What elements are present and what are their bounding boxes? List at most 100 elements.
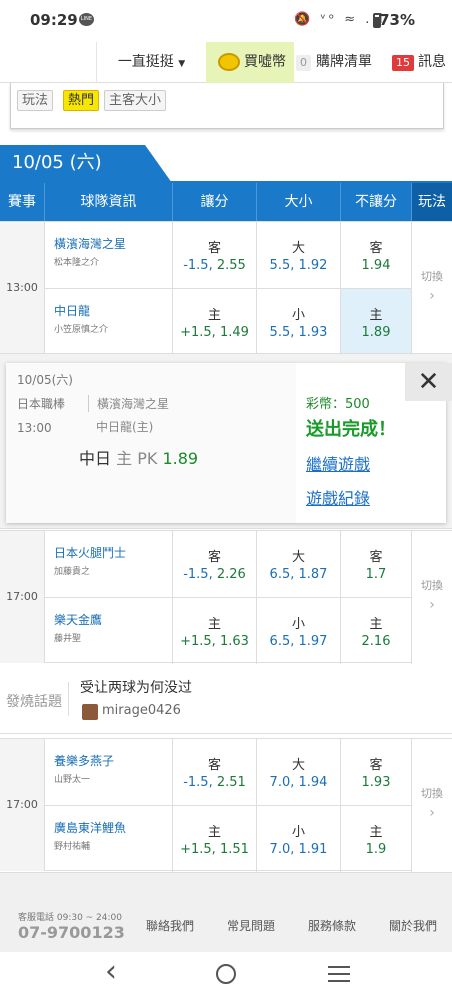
odds-cell-spread-home[interactable]: 主 +1.5, 1.51 xyxy=(173,806,257,872)
bet-confirmation-popup: 10/05(六) 日本職棒 橫濱海灣之星 13:00 中日龍(主) 中日 主 P… xyxy=(0,353,452,529)
popup-card: 10/05(六) 日本職棒 橫濱海灣之星 13:00 中日龍(主) 中日 主 P… xyxy=(6,363,452,523)
ou-line: 5.5, xyxy=(269,258,295,273)
buy-coins-label: 買噓幣 xyxy=(244,54,286,70)
odds-cell-under[interactable]: 小 6.5, 1.97 xyxy=(257,598,341,664)
footer-link-about[interactable]: 關於我們 xyxy=(389,917,437,934)
odds-cell-spread-away[interactable]: 客 -1.5, 2.51 xyxy=(173,739,257,805)
home-team[interactable]: 廣島東洋鯉魚野村祐輔 xyxy=(45,806,173,872)
away-team[interactable]: 日本火腿鬥士 加藤貴之 xyxy=(45,531,173,597)
odds-cell-ml-away[interactable]: 客 1.7 xyxy=(341,531,412,597)
continue-game-link[interactable]: 繼續遊戲 xyxy=(306,451,370,475)
odds-cell-under[interactable]: 小 7.0, 1.91 xyxy=(257,806,341,872)
side-label: 客 xyxy=(369,758,383,773)
side-label: 主 xyxy=(207,308,221,323)
filter-tag-home-away-ou[interactable]: 主客大小 xyxy=(104,90,167,111)
game-history-link[interactable]: 遊戲紀錄 xyxy=(306,485,370,509)
odds-cell-over[interactable]: 大 5.5, 1.92 xyxy=(257,222,341,288)
filter-tag-play[interactable]: 玩法 xyxy=(17,90,54,111)
clock: 09:29 xyxy=(30,11,78,29)
popup-home-team: 中日龍(主) xyxy=(96,420,154,434)
hot-topic-label: 發燒話題 xyxy=(6,694,62,710)
hot-topic[interactable]: 發燒話題 受让两球为何没过 mirage0426 xyxy=(0,664,452,734)
odds-cell-spread-home[interactable]: 主 +1.5, 1.49 xyxy=(173,289,257,355)
odds-cell-ml-home[interactable]: 主 1.9 xyxy=(341,806,412,872)
header-play[interactable]: 玩法 xyxy=(412,183,452,221)
filter-tag-hot[interactable]: 熱門 xyxy=(63,90,100,111)
ou-label: 大 xyxy=(291,758,305,773)
away-team[interactable]: 橫濱海灣之星 松本隆之介 xyxy=(45,222,173,288)
odds-cell-ml-home[interactable]: 主 2.16 xyxy=(341,598,412,664)
spread-line: -1.5, xyxy=(183,567,213,582)
side-label: 客 xyxy=(207,550,221,565)
odds-cell-spread-away[interactable]: 客 -1.5, 2.26 xyxy=(173,531,257,597)
android-nav-bar: ‹ xyxy=(0,952,452,1000)
switch-button[interactable]: 切換 › xyxy=(412,739,452,871)
pitcher-name: 加藤貴之 xyxy=(54,567,91,577)
side-label: 主 xyxy=(207,825,221,840)
bet-type: PK xyxy=(137,449,158,468)
odds-cell-ml-away[interactable]: 客 1.94 xyxy=(341,222,412,288)
side-label: 主 xyxy=(369,617,383,632)
match-time: 17:00 xyxy=(0,739,45,871)
side-label: 客 xyxy=(207,241,221,256)
match-time: 13:00 xyxy=(0,222,45,354)
back-icon[interactable]: ‹ xyxy=(105,954,117,989)
chevron-right-icon: › xyxy=(429,288,435,304)
spread-line: +1.5, xyxy=(180,325,216,340)
bet-slip-label: 購牌清單 xyxy=(316,54,372,70)
ou-label: 小 xyxy=(291,308,305,323)
pitcher-name: 小笠原慎之介 xyxy=(54,325,109,335)
battery-percent: 73% xyxy=(379,11,415,29)
team-name: 樂天金鷹 xyxy=(54,613,103,627)
odds-cell-spread-home[interactable]: 主 +1.5, 1.63 xyxy=(173,598,257,664)
switch-button[interactable]: 切換 › xyxy=(412,222,452,354)
spread-odds: 2.51 xyxy=(216,775,246,790)
footer-link-terms[interactable]: 服務條款 xyxy=(308,917,356,934)
footer-link-contact[interactable]: 聯絡我們 xyxy=(146,917,194,934)
header-over-under: 大小 xyxy=(257,183,341,221)
bet-summary: 10/05(六) 日本職棒 橫濱海灣之星 13:00 中日龍(主) 中日 主 P… xyxy=(6,363,296,523)
side-label: 主 xyxy=(207,617,221,632)
chevron-right-icon: › xyxy=(429,805,435,821)
odds-cell-ml-home-selected[interactable]: 主 1.89 xyxy=(341,289,412,355)
side-label: 主 xyxy=(369,308,383,323)
buy-coins-button[interactable]: 買噓幣 xyxy=(206,42,294,83)
switch-button[interactable]: 切換 › xyxy=(412,531,452,663)
home-icon[interactable] xyxy=(216,964,236,984)
date-tab[interactable]: 10/05 (六) xyxy=(0,145,172,183)
odds-cell-under[interactable]: 小 5.5, 1.93 xyxy=(257,289,341,355)
home-team[interactable]: 樂天金鷹 藤井聖 xyxy=(45,598,173,664)
hotline-number[interactable]: 07-9700123 xyxy=(18,923,125,942)
pitcher-name: 山野太一 xyxy=(54,775,91,785)
home-team[interactable]: 中日龍 小笠原慎之介 xyxy=(45,289,173,355)
ou-line: 7.0, xyxy=(269,775,295,790)
user-dropdown[interactable]: 一直挺挺 ▼ xyxy=(96,42,206,83)
switch-label: 切換 xyxy=(421,787,443,800)
header-moneyline: 不讓分 xyxy=(341,183,412,221)
odds-cell-ml-away[interactable]: 客 1.93 xyxy=(341,739,412,805)
coin-balance: 彩幣：500 xyxy=(306,397,370,412)
close-icon[interactable]: ✕ xyxy=(405,363,452,401)
avatar xyxy=(82,704,98,720)
ou-line: 7.0, xyxy=(269,842,295,857)
messages-button[interactable]: 15 訊息 xyxy=(392,42,452,83)
side-label: 主 xyxy=(369,825,383,840)
header-team: 球隊資訊 xyxy=(45,183,173,221)
pitcher-name: 野村祐輔 xyxy=(54,842,91,852)
popup-away-team: 橫濱海灣之星 xyxy=(88,395,169,412)
odds-cell-over[interactable]: 大 6.5, 1.87 xyxy=(257,531,341,597)
team-name: 養樂多燕子 xyxy=(54,754,115,768)
ml-odds: 1.9 xyxy=(365,842,387,857)
footer-link-faq[interactable]: 常見問題 xyxy=(227,917,275,934)
recents-icon[interactable] xyxy=(328,966,350,987)
away-team[interactable]: 養樂多燕子 山野太一 xyxy=(45,739,173,805)
ou-line: 6.5, xyxy=(269,567,295,582)
ou-odds: 1.91 xyxy=(298,842,328,857)
bet-slip-button[interactable]: 0 購牌清單 xyxy=(296,42,382,83)
user-dropdown-label: 一直挺挺 xyxy=(117,54,174,70)
topic-title[interactable]: 受让两球为何没过 xyxy=(80,677,192,697)
odds-cell-spread-away[interactable]: 客 -1.5, 2.55 xyxy=(173,222,257,288)
popup-date: 10/05(六) xyxy=(17,373,73,387)
odds-cell-over[interactable]: 大 7.0, 1.94 xyxy=(257,739,341,805)
team-name: 廣島東洋鯉魚 xyxy=(54,821,127,835)
